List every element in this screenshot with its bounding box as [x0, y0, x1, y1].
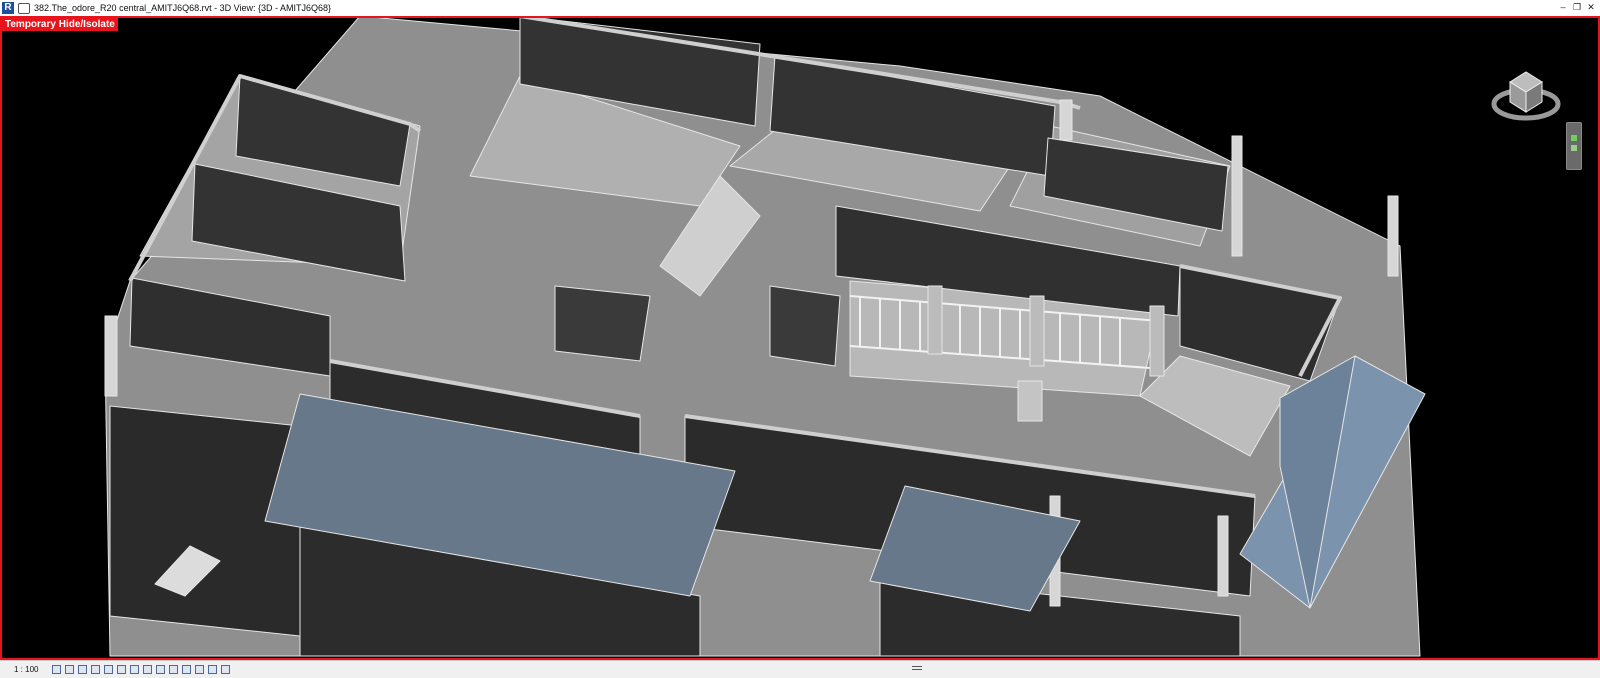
building-model-3d[interactable] [0, 16, 1600, 660]
zoom-icon[interactable] [1571, 145, 1577, 151]
constraints-icon[interactable] [221, 665, 231, 674]
render-icon[interactable] [104, 665, 114, 674]
title-bar: R 382.The_odore_R20 central_AMITJ6Q68.rv… [0, 0, 1600, 16]
visual-style-icon[interactable] [65, 665, 75, 674]
revit-app-icon[interactable]: R [2, 2, 14, 14]
crop-view-icon[interactable] [117, 665, 127, 674]
column [1217, 515, 1229, 597]
view-control-bar: 1 : 100 [0, 660, 1600, 678]
temporary-hide-isolate-label: Temporary Hide/Isolate [2, 18, 118, 31]
close-button[interactable]: ✕ [1586, 2, 1596, 13]
column [1387, 195, 1399, 277]
temporary-hide-icon[interactable] [156, 665, 166, 674]
column [1059, 99, 1073, 141]
balustrade-post [1029, 295, 1045, 367]
balustrade-post [927, 285, 943, 355]
shaft-block-2 [769, 285, 841, 367]
shaft-block-1 [554, 285, 651, 362]
window-controls: – ❐ ✕ [1558, 2, 1596, 13]
unlock-3d-icon[interactable] [143, 665, 153, 674]
navigation-bar[interactable] [1566, 122, 1582, 170]
steering-wheel-icon[interactable] [1571, 135, 1577, 141]
3d-viewport[interactable]: Temporary Hide/Isolate [0, 16, 1600, 660]
resize-grip[interactable] [912, 666, 922, 670]
balustrade-post [1149, 305, 1165, 377]
column [104, 315, 118, 397]
window-opening [1017, 380, 1043, 422]
detail-level-icon[interactable] [52, 665, 62, 674]
window-title: 382.The_odore_R20 central_AMITJ6Q68.rvt … [34, 3, 331, 13]
minimize-button[interactable]: – [1558, 2, 1568, 13]
document-icon [18, 2, 30, 14]
show-crop-icon[interactable] [130, 665, 140, 674]
restore-button[interactable]: ❐ [1572, 2, 1582, 13]
temp-view-props-icon[interactable] [182, 665, 192, 674]
reveal-hidden-icon[interactable] [169, 665, 179, 674]
view-scale[interactable]: 1 : 100 [14, 665, 38, 674]
sun-path-icon[interactable] [78, 665, 88, 674]
highlight-displacement-icon[interactable] [208, 665, 218, 674]
shadows-icon[interactable] [91, 665, 101, 674]
analytical-model-icon[interactable] [195, 665, 205, 674]
viewcube-widget[interactable] [1488, 60, 1568, 130]
column [1231, 135, 1243, 257]
